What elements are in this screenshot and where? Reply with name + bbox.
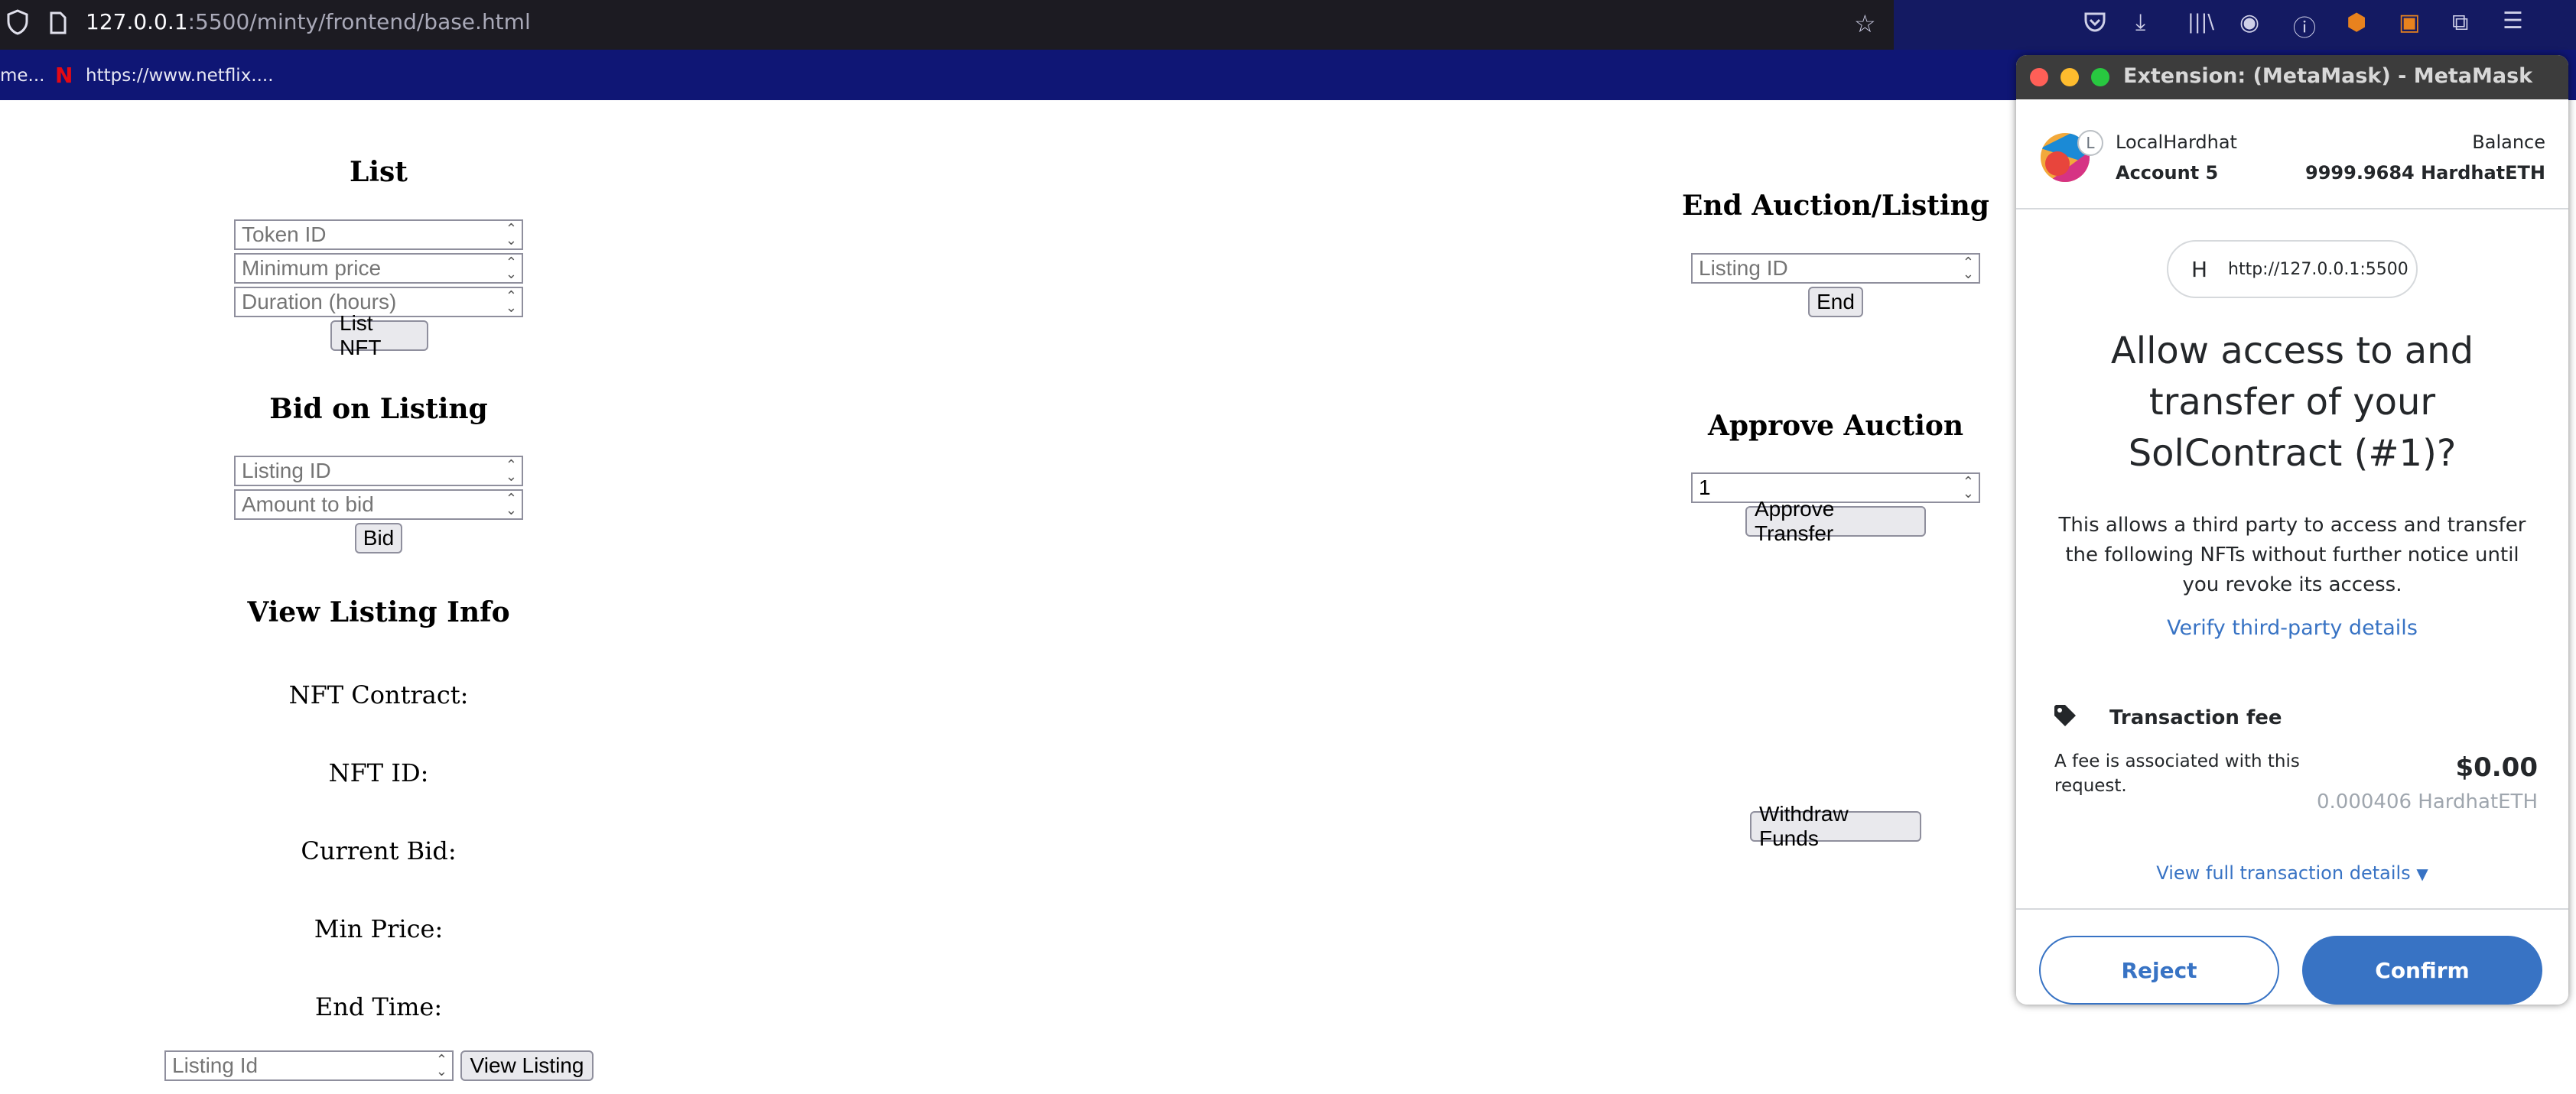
close-window-icon[interactable] (2030, 68, 2048, 86)
current-bid-label: Current Bid: (301, 836, 457, 865)
stepper-icon[interactable]: ⌃ ⌄ (1963, 476, 1974, 501)
bid-title: Bid on Listing (269, 393, 488, 425)
fee-description: A fee is associated with this request. (2054, 752, 2300, 796)
browser-toolbar: ⤓ |||\ ◉ ⓘ ⬢ ▣ ⧉ ☰ (1894, 0, 2576, 50)
confirm-label: Confirm (2375, 957, 2470, 983)
network-name[interactable]: LocalHardhat (2116, 131, 2237, 153)
end-listing-id-placeholder: Listing ID (1699, 256, 1788, 280)
end-time-label: End Time: (314, 992, 443, 1021)
fee-title: Transaction fee (2109, 706, 2282, 729)
verify-third-party-link[interactable]: Verify third-party details (2047, 616, 2538, 640)
metamask-popup: Extension: (MetaMask) - MetaMask L Local… (2016, 55, 2568, 1005)
popup-content: L LocalHardhat Account 5 Balance 9999.96… (2016, 99, 2568, 1005)
token-id-placeholder: Token ID (242, 222, 327, 246)
bid-listing-id-input[interactable]: Listing ID ⌃ ⌄ (234, 456, 523, 486)
bid-listing-id-placeholder: Listing ID (242, 459, 331, 482)
footer-divider (2016, 908, 2568, 910)
min-price-placeholder: Minimum price (242, 256, 382, 280)
nft-id-label: NFT ID: (328, 758, 429, 787)
bookmark-star-icon[interactable]: ☆ (1854, 9, 1876, 38)
confirm-button[interactable]: Confirm (2302, 936, 2542, 1005)
site-url: http://127.0.0.1:5500 (2228, 260, 2408, 279)
bid-amount-placeholder: Amount to bid (242, 492, 374, 516)
network-badge: L (2077, 130, 2103, 156)
tag-icon (2053, 703, 2077, 731)
approve-value: 1 (1699, 476, 1711, 499)
stepper-icon[interactable]: ⌃ ⌄ (436, 1053, 447, 1079)
stepper-icon[interactable]: ⌃ ⌄ (506, 222, 517, 248)
reject-button[interactable]: Reject (2039, 936, 2279, 1005)
url-bar: 127.0.0.1:5500/minty/frontend/base.html … (0, 0, 1894, 50)
approve-transfer-button[interactable]: Approve Transfer (1745, 497, 1926, 545)
end-auction-title: End Auction/Listing (1682, 190, 1989, 222)
stepper-icon[interactable]: ⌃ ⌄ (506, 459, 517, 484)
popup-titlebar: Extension: (MetaMask) - MetaMask (2016, 55, 2568, 99)
bid-amount-input[interactable]: Amount to bid ⌃ ⌄ (234, 489, 523, 520)
min-price-input[interactable]: Minimum price ⌃ ⌄ (234, 253, 523, 284)
site-origin-pill: H http://127.0.0.1:5500 (2167, 240, 2418, 298)
site-initial: H (2191, 257, 2208, 282)
fee-usd: $0.00 (2455, 752, 2538, 783)
downloads-icon[interactable]: ⤓ (2135, 9, 2145, 36)
stepper-icon[interactable]: ⌃ ⌄ (506, 256, 517, 281)
view-details-label: View full transaction details (2156, 862, 2411, 884)
end-button[interactable]: End (1808, 287, 1863, 317)
caret-down-icon: ▼ (2416, 865, 2428, 883)
reject-label: Reject (2121, 957, 2197, 983)
pocket-icon[interactable] (2083, 11, 2106, 40)
account-name: Account 5 (2116, 162, 2219, 183)
url-field[interactable]: 127.0.0.1:5500/minty/frontend/base.html (86, 9, 531, 34)
bookmark-item[interactable]: me... (0, 66, 45, 86)
approval-heading: Allow access to and transfer of your Sol… (2110, 329, 2474, 475)
minimize-window-icon[interactable] (2060, 68, 2079, 86)
bid-button[interactable]: Bid (355, 523, 402, 553)
balance-value: 9999.9684 HardhatETH (2305, 162, 2545, 183)
min-price-label: Min Price: (314, 914, 444, 943)
view-listing-id-placeholder: Listing Id (172, 1053, 259, 1077)
approve-title: Approve Auction (1707, 410, 1964, 442)
view-details-link[interactable]: View full transaction details ▼ (2047, 862, 2538, 884)
nft-contract-label: NFT Contract: (288, 680, 469, 709)
stepper-icon[interactable]: ⌃ ⌄ (506, 290, 517, 315)
page-icon (49, 11, 67, 41)
header-divider (2016, 208, 2568, 209)
balance-label: Balance (2472, 131, 2545, 153)
zoom-window-icon[interactable] (2091, 68, 2109, 86)
extensions-puzzle-icon[interactable]: ⧉ (2452, 9, 2468, 36)
netflix-icon: N (55, 63, 73, 88)
end-listing-id-input[interactable]: Listing ID ⌃ ⌄ (1691, 253, 1980, 284)
library-icon[interactable]: |||\ (2187, 11, 2214, 34)
url-host: 127.0.0.1 (86, 9, 188, 34)
metamask-fox-icon[interactable]: ⬢ (2347, 9, 2366, 36)
menu-icon[interactable]: ☰ (2503, 8, 2523, 34)
url-path: :5500/minty/frontend/base.html (187, 9, 531, 34)
bookmark-item-netflix[interactable]: https://www.netflix.... (86, 66, 274, 86)
stepper-icon[interactable]: ⌃ ⌄ (506, 492, 517, 518)
approval-description: This allows a third party to access and … (2058, 514, 2526, 596)
shield-icon[interactable] (6, 9, 29, 41)
view-info-title: View Listing Info (247, 596, 510, 628)
extension-badge-icon[interactable]: ▣ (2399, 9, 2420, 36)
view-listing-button[interactable]: View Listing (460, 1050, 594, 1081)
token-id-input[interactable]: Token ID ⌃ ⌄ (234, 219, 523, 250)
list-title: List (350, 156, 408, 188)
fee-eth: 0.000406 HardhatETH (2316, 790, 2538, 813)
popup-title: Extension: (MetaMask) - MetaMask (2123, 64, 2533, 88)
list-nft-button[interactable]: List NFT (330, 311, 428, 359)
withdraw-funds-button[interactable]: Withdraw Funds (1750, 802, 1921, 850)
stepper-icon[interactable]: ⌃ ⌄ (1963, 256, 1974, 281)
account-icon[interactable]: ◉ (2239, 9, 2259, 36)
view-listing-id-input[interactable]: Listing Id ⌃ ⌄ (164, 1050, 454, 1081)
extension-info-icon[interactable]: ⓘ (2293, 9, 2316, 43)
